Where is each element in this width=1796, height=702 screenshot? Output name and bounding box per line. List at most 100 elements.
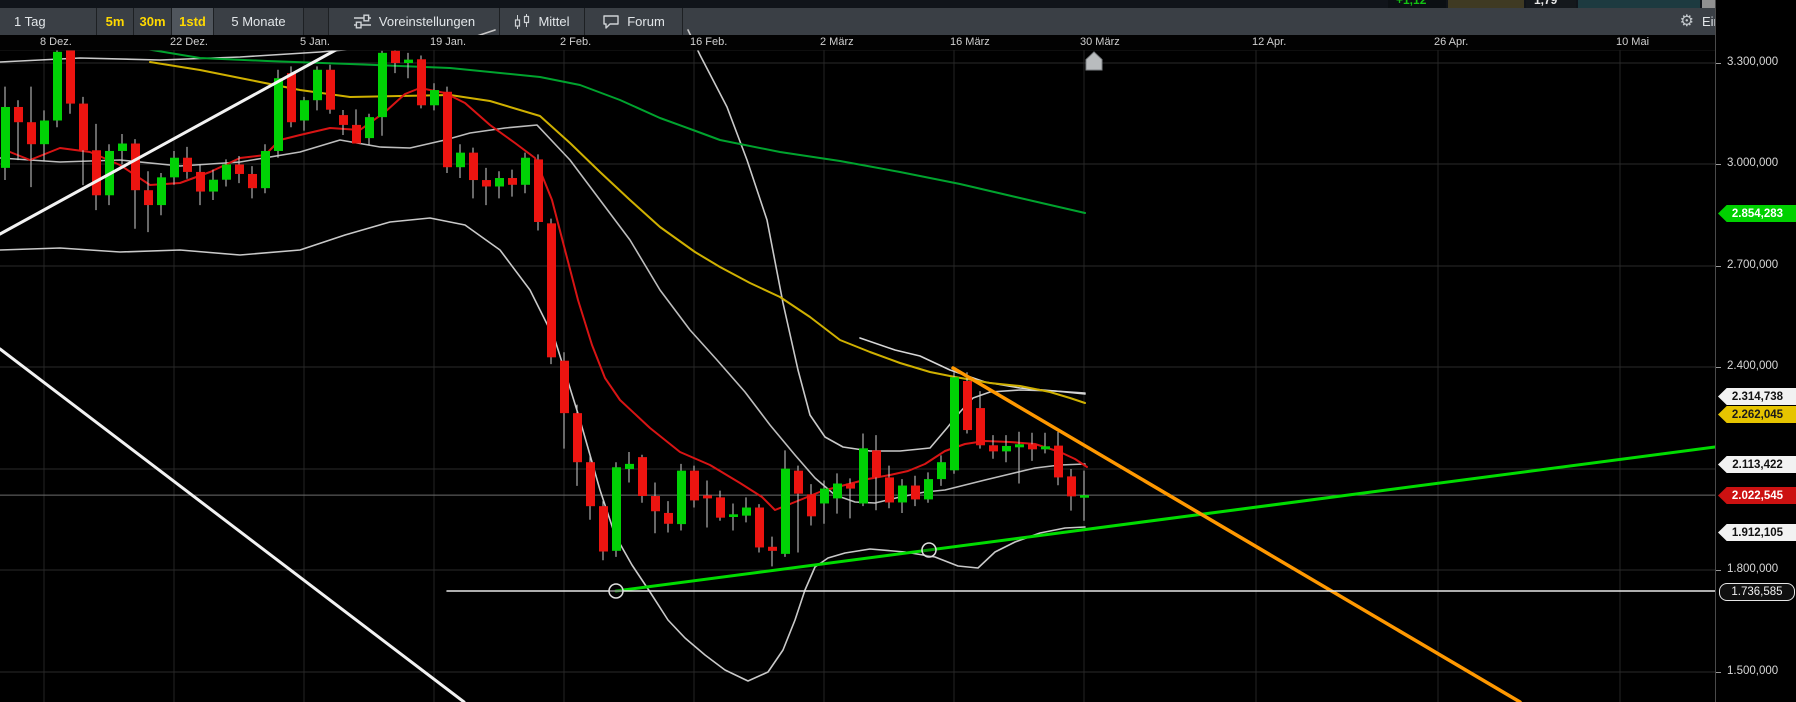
- price-tick-label: 1.800,000: [1727, 563, 1778, 575]
- date-label: 5 Jan.: [300, 36, 330, 48]
- date-axis[interactable]: 8 Dez. 22 Dez. 5 Jan. 19 Jan. 2 Feb. 16 Feb. 2…: [0, 35, 1796, 50]
- date-label: 10 Mai: [1616, 36, 1649, 48]
- date-label: 8 Dez.: [40, 36, 72, 48]
- candle-down: [651, 496, 660, 511]
- candle-down: [638, 457, 647, 496]
- candle-down: [664, 513, 673, 524]
- candle-up: [495, 178, 504, 186]
- candle-down: [1054, 446, 1063, 478]
- candle-up: [859, 448, 868, 503]
- price-tag: 1.912,105: [1718, 524, 1796, 541]
- candle-down: [469, 153, 478, 180]
- candle-up: [274, 78, 283, 151]
- candle-up: [261, 151, 270, 188]
- candle-up: [521, 158, 530, 185]
- candle-up: [625, 464, 634, 469]
- price-tick: [1716, 63, 1721, 64]
- candle-up: [781, 469, 790, 554]
- candle-down: [703, 495, 712, 498]
- candle-down: [599, 506, 608, 551]
- candle-up: [300, 100, 309, 120]
- candle-down: [287, 73, 296, 122]
- candle-down: [1028, 444, 1037, 449]
- date-label: 16 Feb.: [690, 36, 727, 48]
- candle-up: [157, 177, 166, 205]
- price-tick-label: 2.400,000: [1727, 360, 1778, 372]
- candle-down: [79, 104, 88, 151]
- trendline-handle[interactable]: [609, 584, 623, 598]
- price-tick: [1716, 164, 1721, 165]
- candle-up: [404, 60, 413, 63]
- date-label: 2 März: [820, 36, 854, 48]
- price-tag: 2.022,545: [1718, 487, 1796, 504]
- price-scale[interactable]: 3.300,000 3.000,000 2.700,000 2.400,000 1.80…: [1715, 0, 1796, 702]
- candle-up: [1041, 446, 1050, 449]
- candle-up: [742, 508, 751, 516]
- candle-down: [27, 122, 36, 144]
- candle-up: [378, 53, 387, 117]
- trendline-handle[interactable]: [922, 543, 936, 557]
- candle-up: [729, 514, 738, 517]
- date-label: 26 Apr.: [1434, 36, 1468, 48]
- candle-down: [716, 497, 725, 517]
- date-label: 22 Dez.: [170, 36, 208, 48]
- candle-down: [352, 125, 361, 144]
- candle-down: [339, 115, 348, 125]
- candle-down: [66, 49, 75, 103]
- candle-down: [976, 408, 985, 445]
- candle-down: [248, 174, 257, 188]
- candle-down: [807, 494, 816, 516]
- candle-down: [872, 450, 881, 477]
- price-tick: [1716, 570, 1721, 571]
- price-tag: 2.262,045: [1718, 406, 1796, 423]
- candle-up: [209, 180, 218, 192]
- candle-up: [1002, 446, 1011, 451]
- candle-down: [560, 361, 569, 413]
- candle-down: [443, 92, 452, 167]
- trading-chart-app: +1,121,79 1 Tag 5m 30m 1std 5 Monate: [0, 0, 1796, 702]
- candle-down: [14, 107, 23, 122]
- candle-up: [365, 117, 374, 138]
- price-tick-label: 3.300,000: [1727, 56, 1778, 68]
- candle-down: [508, 178, 517, 185]
- candle-up: [40, 121, 49, 145]
- candle-down: [482, 180, 491, 186]
- date-label: 30 März: [1080, 36, 1120, 48]
- date-label: 19 Jan.: [430, 36, 466, 48]
- candle-up: [170, 158, 179, 178]
- axis-drag-marker[interactable]: [1086, 52, 1102, 70]
- price-tick-label: 1.500,000: [1727, 665, 1778, 677]
- candle-up: [937, 462, 946, 479]
- candle-up: [313, 70, 322, 100]
- candle-up: [950, 377, 959, 470]
- candle-up: [1080, 495, 1089, 498]
- candle-down: [131, 144, 140, 191]
- price-tick-label: 2.700,000: [1727, 259, 1778, 271]
- price-tick: [1716, 266, 1721, 267]
- candle-down: [417, 59, 426, 105]
- candle-down: [963, 381, 972, 430]
- price-tick-label: 3.000,000: [1727, 157, 1778, 169]
- candle-down: [846, 484, 855, 489]
- red-ema: [5, 88, 1087, 510]
- price-tag: 2.314,738: [1718, 388, 1796, 405]
- candle-down: [534, 159, 543, 222]
- candle-down: [911, 486, 920, 500]
- candle-down: [196, 172, 205, 192]
- candle-up: [118, 144, 127, 151]
- candle-up: [430, 90, 439, 105]
- candle-up: [924, 479, 933, 499]
- white-ma: [860, 338, 1085, 394]
- date-label: 12 Apr.: [1252, 36, 1286, 48]
- candle-up: [898, 486, 907, 503]
- falling-white-trendline[interactable]: [0, 349, 464, 702]
- candle-down: [989, 445, 998, 451]
- candle-down: [391, 51, 400, 63]
- date-label: 2 Feb.: [560, 36, 591, 48]
- candlestick-chart[interactable]: [0, 0, 1715, 702]
- candle-down: [573, 413, 582, 462]
- candle-down: [755, 508, 764, 548]
- candle-down: [1067, 476, 1076, 496]
- candle-up: [820, 489, 829, 504]
- candle-down: [768, 547, 777, 551]
